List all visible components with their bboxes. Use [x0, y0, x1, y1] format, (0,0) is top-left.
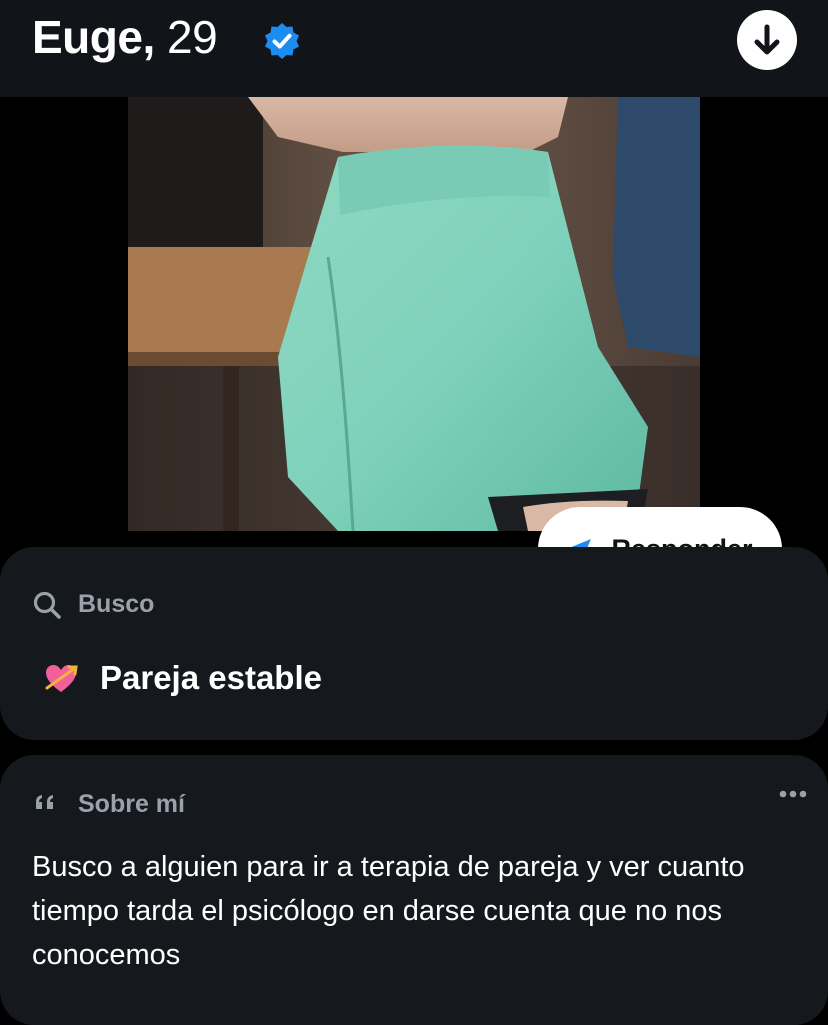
more-dots-icon[interactable]: [778, 789, 808, 799]
profile-name: Euge,: [32, 11, 155, 63]
heart-arrow-icon: [45, 665, 78, 692]
verified-badge-icon: [265, 23, 299, 59]
about-text: Busco a alguien para ir a terapia de par…: [32, 851, 745, 971]
quote-icon: [36, 795, 53, 809]
looking-for-value: Pareja estable: [100, 659, 322, 696]
profile-age: 29: [167, 11, 218, 63]
profile-name-age: Euge, 29: [32, 10, 218, 64]
arrow-down-icon: [754, 24, 780, 55]
looking-for-card: Busco Pareja estable: [0, 547, 828, 740]
profile-header: Euge, 29: [0, 0, 828, 97]
download-button[interactable]: [737, 10, 797, 70]
photo-area: Responder: [0, 97, 828, 591]
about-label: Sobre mí: [78, 790, 185, 818]
profile-photo[interactable]: [128, 97, 700, 531]
search-icon: [33, 591, 61, 619]
photo-image: [128, 97, 700, 531]
looking-for-label: Busco: [78, 590, 155, 618]
about-card: Sobre mí Busco a alguien para ir a terap…: [0, 755, 828, 1025]
